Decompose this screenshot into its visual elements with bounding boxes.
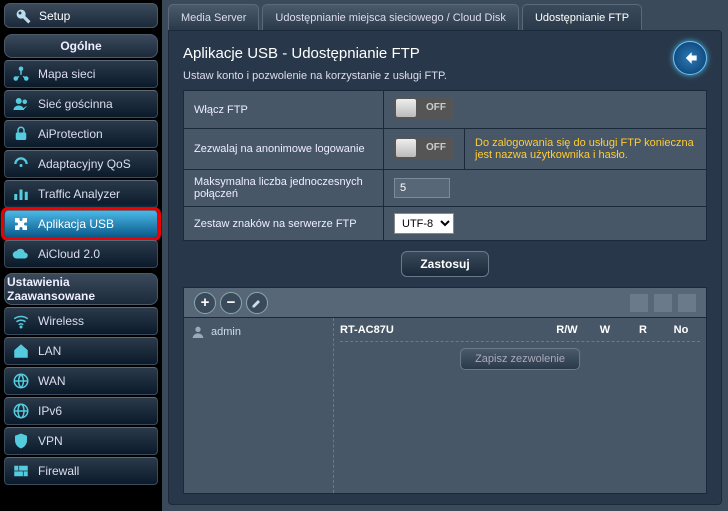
max-connections-label: Maksymalna liczba jednoczesnych połączeń <box>184 170 384 207</box>
remove-user-button[interactable]: − <box>220 292 242 314</box>
edit-user-button[interactable] <box>246 292 268 314</box>
col-w: W <box>586 324 624 336</box>
share-panel: + − admin <box>183 287 707 494</box>
apply-button[interactable]: Zastosuj <box>401 251 488 277</box>
sidebar-item-qos[interactable]: Adaptacyjny QoS <box>4 150 158 178</box>
puzzle-icon <box>11 214 31 234</box>
page-title: Aplikacje USB - Udostępnianie FTP <box>183 45 707 62</box>
nav-label: Firewall <box>38 464 79 478</box>
nav-label: WAN <box>38 374 66 388</box>
sidebar-item-vpn[interactable]: VPN <box>4 427 158 455</box>
chart-icon <box>11 184 31 204</box>
globe-wire-icon <box>11 401 31 421</box>
page-description: Ustaw konto i pozwolenie na korzystanie … <box>183 70 707 82</box>
nav-label: Traffic Analyzer <box>38 187 120 201</box>
lock-icon <box>11 124 31 144</box>
folder-edit-button[interactable] <box>678 294 696 312</box>
tab-media-server[interactable]: Media Server <box>168 4 259 30</box>
sidebar-item-traffic[interactable]: Traffic Analyzer <box>4 180 158 208</box>
anonymous-note: Do zalogowania się do usługi FTP koniecz… <box>475 135 696 163</box>
user-list: admin <box>184 318 334 493</box>
permissions-panel: RT-AC87U R/W W R No Zapisz zezwolenie <box>334 318 706 493</box>
device-name: RT-AC87U <box>340 324 548 336</box>
max-connections-input[interactable] <box>394 178 450 198</box>
tab-cloud-disk[interactable]: Udostępnianie miejsca sieciowego / Cloud… <box>262 4 519 30</box>
toggle-state: OFF <box>426 137 446 159</box>
nav-label: Adaptacyjny QoS <box>38 157 131 171</box>
setup-label: Setup <box>39 9 70 23</box>
sidebar-item-aiprotection[interactable]: AiProtection <box>4 120 158 148</box>
add-user-button[interactable]: + <box>194 292 216 314</box>
anonymous-login-label: Zezwalaj na anonimowe logowanie <box>184 129 384 170</box>
cloud-icon <box>11 244 31 264</box>
enable-ftp-toggle[interactable]: OFF <box>394 97 454 119</box>
sidebar-item-guest[interactable]: Sieć gościnna <box>4 90 158 118</box>
nav-label: IPv6 <box>38 404 62 418</box>
users-icon <box>11 94 31 114</box>
advanced-header: Ustawienia Zaawansowane <box>4 273 158 305</box>
enable-ftp-label: Włącz FTP <box>184 91 384 129</box>
col-no: No <box>662 324 700 336</box>
home-icon <box>11 341 31 361</box>
user-name: admin <box>211 326 241 338</box>
sidebar-item-usb[interactable]: Aplikacja USB <box>4 210 158 238</box>
sidebar-item-firewall[interactable]: Firewall <box>4 457 158 485</box>
toggle-knob <box>396 139 416 157</box>
toggle-state: OFF <box>426 97 446 119</box>
nav-label: VPN <box>38 434 63 448</box>
nav-label: AiProtection <box>38 127 103 141</box>
nav-label: LAN <box>38 344 61 358</box>
nav-label: Wireless <box>38 314 84 328</box>
folder-add-button[interactable] <box>630 294 648 312</box>
save-permission-button[interactable]: Zapisz zezwolenie <box>460 348 580 370</box>
nav-label: Aplikacja USB <box>38 217 114 231</box>
shield-icon <box>11 431 31 451</box>
toggle-knob <box>396 99 416 117</box>
charset-label: Zestaw znaków na serwerze FTP <box>184 207 384 241</box>
sidebar-item-aicloud[interactable]: AiCloud 2.0 <box>4 240 158 268</box>
sidebar-item-wan[interactable]: WAN <box>4 367 158 395</box>
pencil-icon <box>251 297 263 309</box>
network-icon <box>11 64 31 84</box>
col-r: R <box>624 324 662 336</box>
globe-icon <box>11 371 31 391</box>
settings-table: Włącz FTP OFF Zezwalaj na anonimowe logo… <box>183 90 707 241</box>
col-rw: R/W <box>548 324 586 336</box>
nav-label: Sieć gościnna <box>38 97 113 111</box>
wifi-icon <box>11 311 31 331</box>
nav-label: Mapa sieci <box>38 67 95 81</box>
permissions-header: RT-AC87U R/W W R No <box>340 324 700 342</box>
gauge-icon <box>11 154 31 174</box>
charset-select[interactable]: UTF-8 <box>394 213 454 234</box>
setup-button[interactable]: Setup <box>4 3 158 28</box>
sidebar-item-map[interactable]: Mapa sieci <box>4 60 158 88</box>
share-toolbar: + − <box>184 288 706 318</box>
back-arrow-icon <box>680 48 700 68</box>
user-row[interactable]: admin <box>190 324 327 340</box>
back-button[interactable] <box>673 41 707 75</box>
sidebar-item-lan[interactable]: LAN <box>4 337 158 365</box>
nav-label: AiCloud 2.0 <box>38 247 100 261</box>
sidebar-item-wireless[interactable]: Wireless <box>4 307 158 335</box>
anonymous-login-toggle[interactable]: OFF <box>394 137 454 159</box>
sidebar-item-ipv6[interactable]: IPv6 <box>4 397 158 425</box>
firewall-icon <box>11 461 31 481</box>
tab-ftp[interactable]: Udostępnianie FTP <box>522 4 642 30</box>
user-icon <box>190 324 206 340</box>
general-header: Ogólne <box>4 34 158 58</box>
wrench-icon <box>13 6 33 26</box>
folder-remove-button[interactable] <box>654 294 672 312</box>
